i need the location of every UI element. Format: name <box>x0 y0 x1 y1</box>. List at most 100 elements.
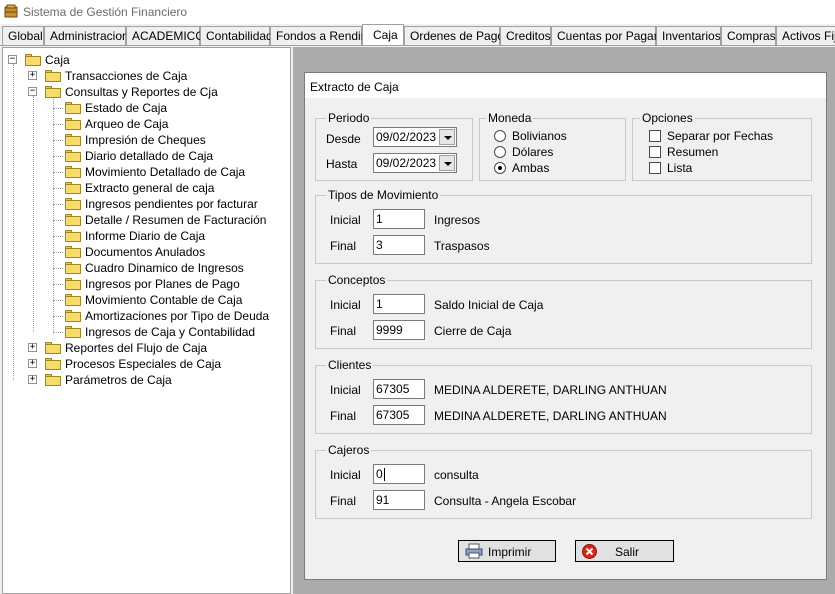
conceptos-inicial-desc: Saldo Inicial de Caja <box>434 298 544 312</box>
tree-node-label: Parámetros de Caja <box>65 373 172 387</box>
folder-icon <box>65 134 81 146</box>
tipos-final-input[interactable]: 3 <box>373 235 425 255</box>
folder-icon <box>65 102 81 114</box>
tree-item-label: Movimiento Detallado de Caja <box>85 165 246 179</box>
hasta-date-picker[interactable]: 09/02/2023 <box>373 153 457 173</box>
tab-caja[interactable]: Caja <box>362 24 404 45</box>
conceptos-legend: Conceptos <box>326 273 388 287</box>
tree-item-label: Movimiento Contable de Caja <box>85 293 243 307</box>
opciones-legend: Opciones <box>640 111 695 125</box>
expand-icon[interactable]: + <box>28 71 37 80</box>
folder-icon <box>65 166 81 178</box>
tree-item-label: Amortizaciones por Tipo de Deuda <box>85 309 270 323</box>
folder-icon <box>65 198 81 210</box>
conceptos-final-desc: Cierre de Caja <box>434 324 512 338</box>
hasta-label: Hasta <box>326 157 358 171</box>
folder-icon <box>45 86 61 98</box>
tipos-inicial-input[interactable]: 1 <box>373 209 425 229</box>
checkbox-label: Resumen <box>667 145 719 159</box>
tab-cuentas-por-pagar[interactable]: Cuentas por Pagar <box>551 26 658 45</box>
app-icon <box>4 4 18 18</box>
tree-node-label: Procesos Especiales de Caja <box>65 357 222 371</box>
tab-activos-fijo[interactable]: Activos Fijo <box>776 26 835 45</box>
dialog-title-bar: Extracto de Caja <box>304 72 827 98</box>
tree-line <box>53 96 54 332</box>
clientes-inicial-label: Inicial <box>330 383 361 397</box>
imprimir-button[interactable]: Imprimir <box>458 540 556 562</box>
expand-icon[interactable]: + <box>28 375 37 384</box>
cajeros-inicial-input[interactable]: 0 <box>373 464 425 484</box>
close-icon <box>582 544 597 559</box>
radio-ambas[interactable] <box>494 162 506 174</box>
radio-bolivianos[interactable] <box>494 130 506 142</box>
radio-label: Bolivianos <box>512 129 567 143</box>
tab-compras[interactable]: Compras <box>721 26 776 45</box>
tree-node-label: Transacciones de Caja <box>65 69 188 83</box>
expand-icon[interactable]: + <box>28 359 37 368</box>
conceptos-inicial-label: Inicial <box>330 298 361 312</box>
tab-creditos[interactable]: Creditos <box>500 26 551 45</box>
clientes-final-desc: MEDINA ALDERETE, DARLING ANTHUAN <box>434 409 667 423</box>
clientes-final-input[interactable]: 67305 <box>373 405 425 425</box>
tree-item-label: Detalle / Resumen de Facturación <box>85 213 267 227</box>
tree-item-label: Impresión de Cheques <box>85 133 206 147</box>
tab-global[interactable]: Global <box>2 26 44 45</box>
radio-dolares[interactable] <box>494 146 506 158</box>
conceptos-inicial-input[interactable]: 1 <box>373 294 425 314</box>
tree-item-label: Extracto general de caja <box>85 181 215 195</box>
folder-icon <box>65 214 81 226</box>
tree-item-label: Ingresos de Caja y Contabilidad <box>85 325 256 339</box>
cajeros-final-desc: Consulta - Angela Escobar <box>434 494 577 508</box>
app-title: Sistema de Gestión Financiero <box>23 5 188 19</box>
tree-node-label: Caja <box>45 53 70 67</box>
tree-line <box>13 64 14 380</box>
folder-icon <box>45 358 61 370</box>
dialog-title: Extracto de Caja <box>310 80 399 94</box>
checkbox-resumen[interactable] <box>649 146 661 158</box>
desde-label: Desde <box>326 132 361 146</box>
navigation-tree[interactable]: − Caja + Transacciones de Caja − Consult… <box>2 47 291 594</box>
collapse-icon[interactable]: − <box>8 55 17 64</box>
tipos-final-desc: Traspasos <box>434 239 490 253</box>
folder-icon <box>65 230 81 242</box>
cajeros-inicial-desc: consulta <box>434 468 479 482</box>
clientes-inicial-input[interactable]: 67305 <box>373 379 425 399</box>
desde-date-picker[interactable]: 09/02/2023 <box>373 127 457 147</box>
tree-item-label: Ingresos por Planes de Pago <box>85 277 240 291</box>
folder-icon <box>65 294 81 306</box>
chevron-down-icon[interactable] <box>439 155 455 171</box>
tipos-inicial-desc: Ingresos <box>434 213 481 227</box>
folder-icon <box>65 326 81 338</box>
clientes-inicial-desc: MEDINA ALDERETE, DARLING ANTHUAN <box>434 383 667 397</box>
checkbox-separar-fechas[interactable] <box>649 130 661 142</box>
tab-ordenes-de-pago[interactable]: Ordenes de Pago <box>404 26 504 45</box>
cajeros-inicial-label: Inicial <box>330 468 361 482</box>
text-caret <box>384 468 385 481</box>
salir-button[interactable]: Salir <box>575 540 674 562</box>
tree-node-label: Consultas y Reportes de Cja <box>65 85 218 99</box>
tipos-final-label: Final <box>330 239 357 253</box>
folder-icon <box>65 310 81 322</box>
tree-item-label: Diario detallado de Caja <box>85 149 214 163</box>
checkbox-label: Lista <box>667 161 693 175</box>
tab-academico[interactable]: ACADEMICO <box>126 26 205 45</box>
tree-item-label: Documentos Anulados <box>85 245 206 259</box>
tree-item-label: Ingresos pendientes por facturar <box>85 197 258 211</box>
checkbox-lista[interactable] <box>649 162 661 174</box>
expand-icon[interactable]: + <box>28 343 37 352</box>
checkbox-label: Separar por Fechas <box>667 129 774 143</box>
tree-item-label: Cuadro Dinamico de Ingresos <box>85 261 244 275</box>
tab-fondos-a-rendir[interactable]: Fondos a Rendir <box>270 26 365 45</box>
module-tabs: Global Administracion ACADEMICO Contabil… <box>0 24 835 46</box>
tree-item-label: Arqueo de Caja <box>85 117 169 131</box>
conceptos-final-label: Final <box>330 324 357 338</box>
cajeros-final-input[interactable]: 91 <box>373 490 425 510</box>
tab-inventarios[interactable]: Inventarios <box>656 26 721 45</box>
collapse-icon[interactable]: − <box>28 87 37 96</box>
conceptos-final-input[interactable]: 9999 <box>373 320 425 340</box>
folder-icon <box>65 246 81 258</box>
tab-contabilidad[interactable]: Contabilidad <box>200 26 273 45</box>
tab-administracion[interactable]: Administracion <box>44 26 129 45</box>
chevron-down-icon[interactable] <box>439 129 455 145</box>
folder-icon <box>65 150 81 162</box>
